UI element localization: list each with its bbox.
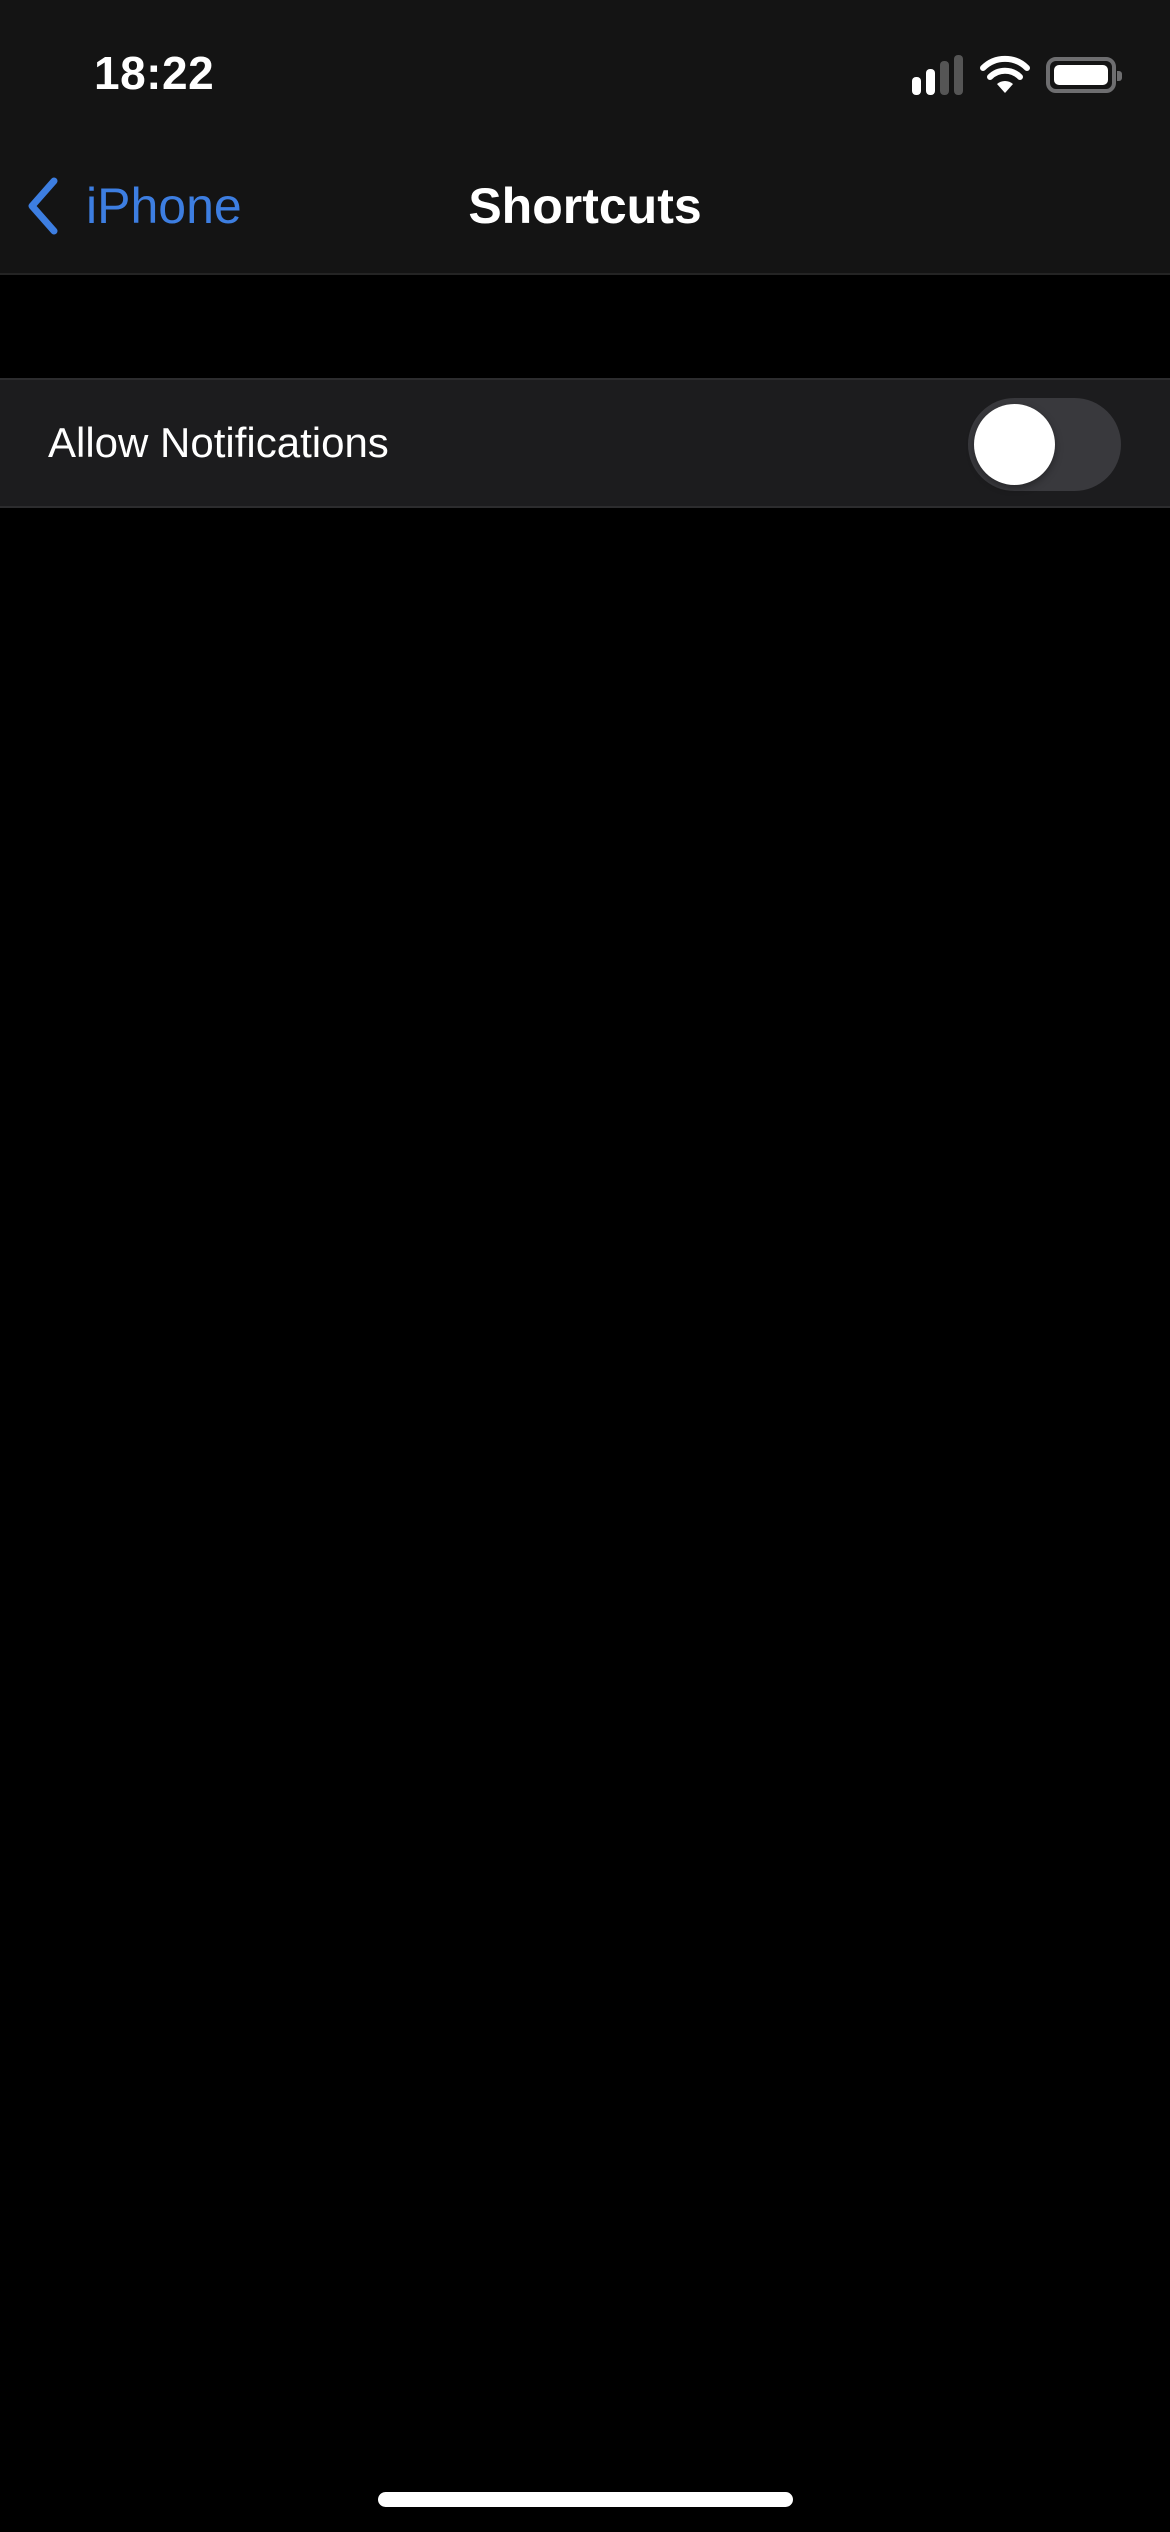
settings-group: Allow Notifications: [0, 378, 1170, 508]
home-indicator[interactable]: [378, 2492, 793, 2507]
page-title: Shortcuts: [468, 178, 702, 234]
battery-icon: [1046, 57, 1122, 93]
status-icons: [912, 50, 1122, 100]
battery-level: [1054, 65, 1108, 85]
allow-notifications-toggle[interactable]: [968, 398, 1121, 491]
battery-tip: [1117, 71, 1122, 81]
allow-notifications-label: Allow Notifications: [48, 419, 389, 466]
toggle-knob: [974, 404, 1055, 485]
status-time: 18:22: [94, 47, 215, 99]
navigation-header: 18:22 iPhone Shortcuts: [0, 0, 1170, 275]
wifi-icon: [980, 55, 1030, 93]
cellular-signal-icon: [912, 55, 964, 95]
